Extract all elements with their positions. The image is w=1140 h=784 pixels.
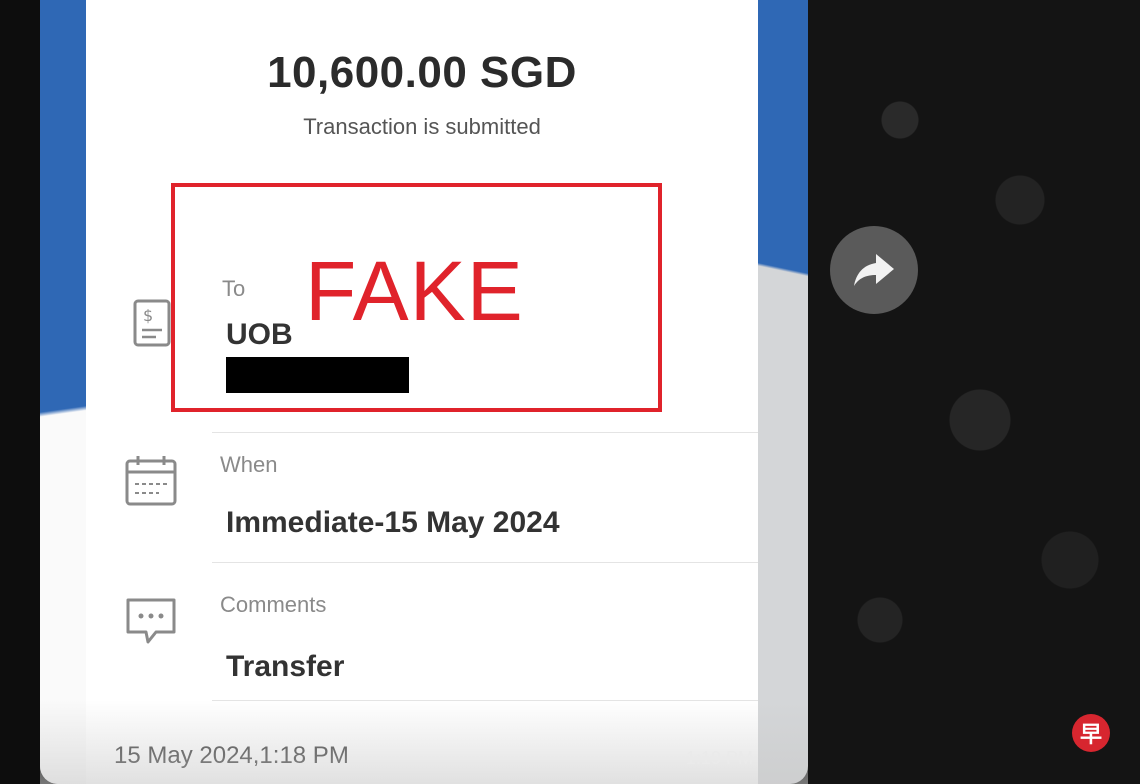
row-divider — [212, 562, 758, 563]
row-divider — [212, 432, 758, 433]
receipt-timestamp: 15 May 2024,1:18 PM — [114, 742, 349, 769]
when-label: When — [220, 452, 278, 477]
fake-stamp-frame: FAKE — [171, 183, 662, 412]
forward-button[interactable] — [830, 226, 918, 314]
comments-label: Comments — [220, 592, 327, 617]
forward-arrow-icon — [854, 254, 894, 286]
receipt-accent-right — [758, 0, 808, 300]
publisher-watermark-logo: 早 — [1072, 714, 1110, 752]
svg-text:$: $ — [143, 306, 153, 325]
transaction-status: Transaction is submitted — [303, 114, 541, 139]
transaction-amount: 10,600.00 SGD — [267, 48, 577, 97]
fake-stamp-text: FAKE — [305, 244, 524, 338]
row-divider — [212, 700, 758, 701]
message-time: 1:19 PM — [686, 748, 754, 768]
comment-bubble-icon — [126, 598, 176, 644]
comments-value: Transfer — [226, 650, 345, 683]
when-value: Immediate-15 May 2024 — [226, 506, 560, 539]
screen-edge — [0, 0, 40, 784]
calendar-icon — [125, 456, 177, 506]
